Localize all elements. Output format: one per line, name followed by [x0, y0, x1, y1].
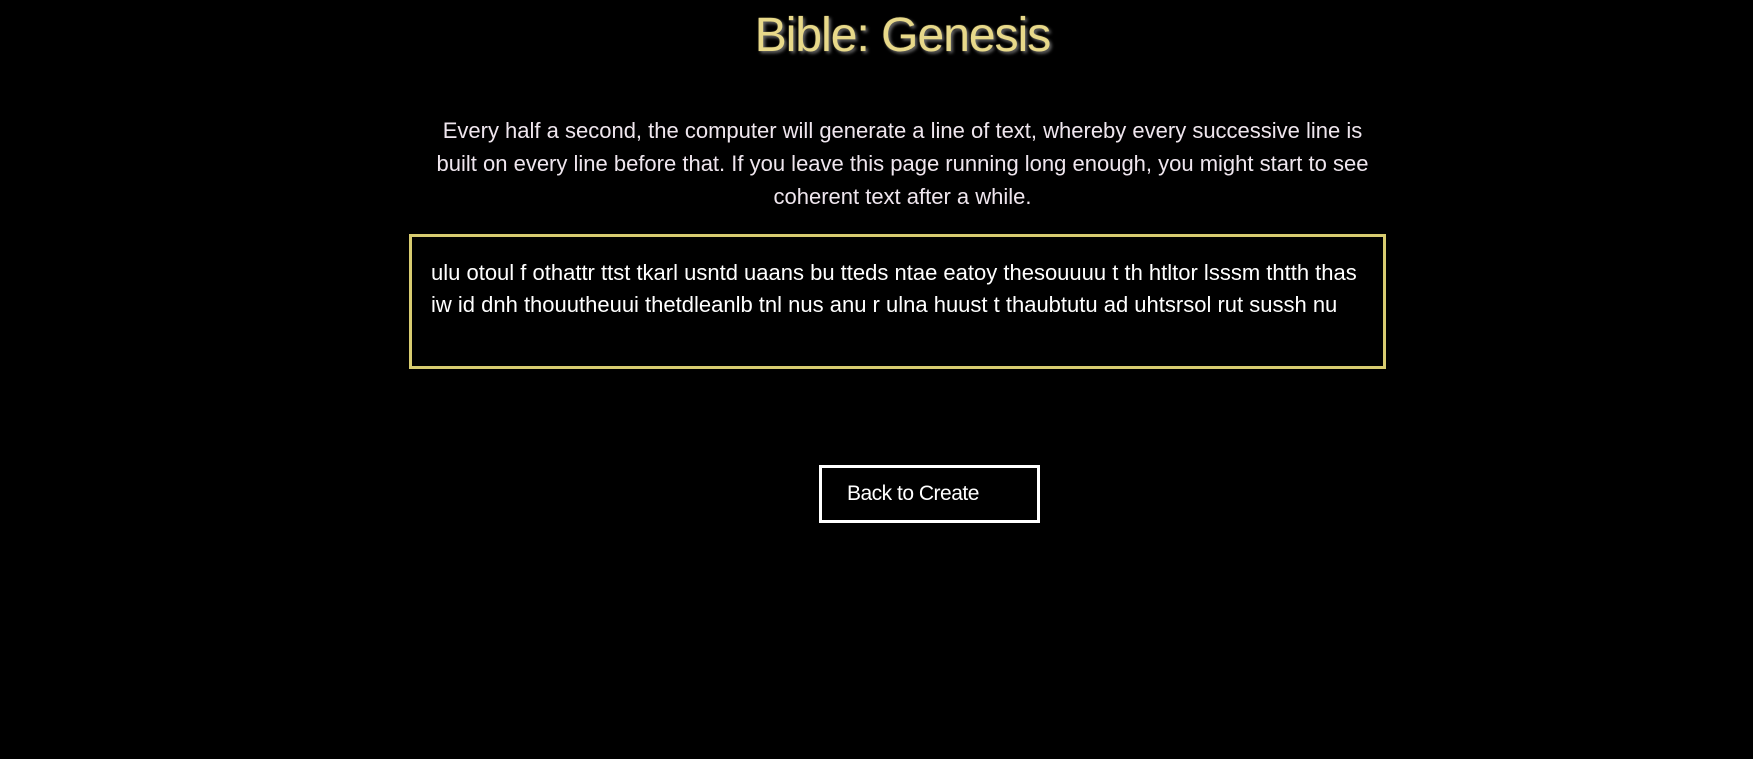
generated-text: ulu otoul f othattr ttst tkarl usntd uaa… [431, 260, 1357, 317]
back-to-create-button[interactable]: Back to Create [819, 465, 1040, 523]
generated-text-box: ulu otoul f othattr ttst tkarl usntd uaa… [409, 234, 1386, 369]
page-title: Bible: Genesis [754, 9, 1052, 62]
page: Bible: Genesis Every half a second, the … [0, 0, 1753, 759]
description-text: Every half a second, the computer will g… [436, 118, 1369, 209]
